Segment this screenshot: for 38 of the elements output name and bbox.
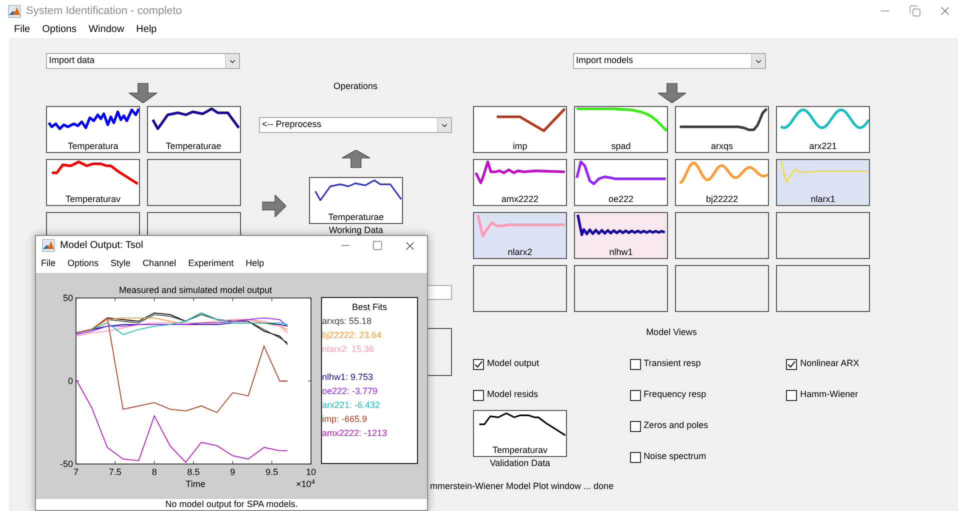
tick-label: 7.5 [108,467,122,477]
tick-label: -50 [60,459,73,469]
checkbox-label: Transient resp [644,357,701,370]
tick-label: 9 [230,467,236,477]
section-label: Model Views [645,326,698,338]
legend-entry: nlarx2: 15.36 [322,343,376,356]
legend-entry: nlhw1: 9.753 [322,371,374,384]
legend-entry: arxqs: 55.18 [322,315,373,328]
window-title: Model Output: Tsol [60,239,144,253]
checkbox-label: Noise spectrum [644,450,706,464]
window-title: System Identification - completo [26,4,182,19]
checkbox-label: Zeros and poles [644,419,708,432]
tick-label: 10 [306,467,316,477]
tick-label: 9.5 [266,467,278,477]
caption: Working Data [328,224,384,236]
checkbox-label: Nonlinear ARX [800,357,860,370]
axis-scale: ×10$^{4}$ [294,478,315,491]
legend-entry: amx2222: -1213 [322,427,388,440]
tick-label: 7 [74,467,78,477]
tick-label: 8 [152,467,157,477]
legend-entry: bj22222: 23.64 [322,329,383,342]
legend-entry: oe222: -3.779 [322,385,379,398]
legend-title: Best Fits [350,301,388,314]
legend-entry: imp: -665.9 [322,413,368,426]
status-text: No model output for SPA models. [165,499,298,510]
caption: Validation Data [490,457,550,469]
tick-label: 8.5 [187,467,200,477]
checkbox-label: Model output [487,357,540,370]
checkbox-label: Model resids [487,388,538,402]
axis-label: Time [184,478,206,491]
section-label: Operations [332,80,379,92]
checkbox-label: Frequency resp [644,388,706,402]
tick-label: 0 [68,376,73,386]
chart-title: Measured and simulated model output [118,284,274,296]
tick-label: 50 [62,293,73,303]
legend-entry: arx221: -6.432 [322,399,382,412]
checkbox-label: Hamm-Wiener [800,388,858,402]
status-text: mmerstein-Wiener Model Plot window ... done [430,481,614,491]
